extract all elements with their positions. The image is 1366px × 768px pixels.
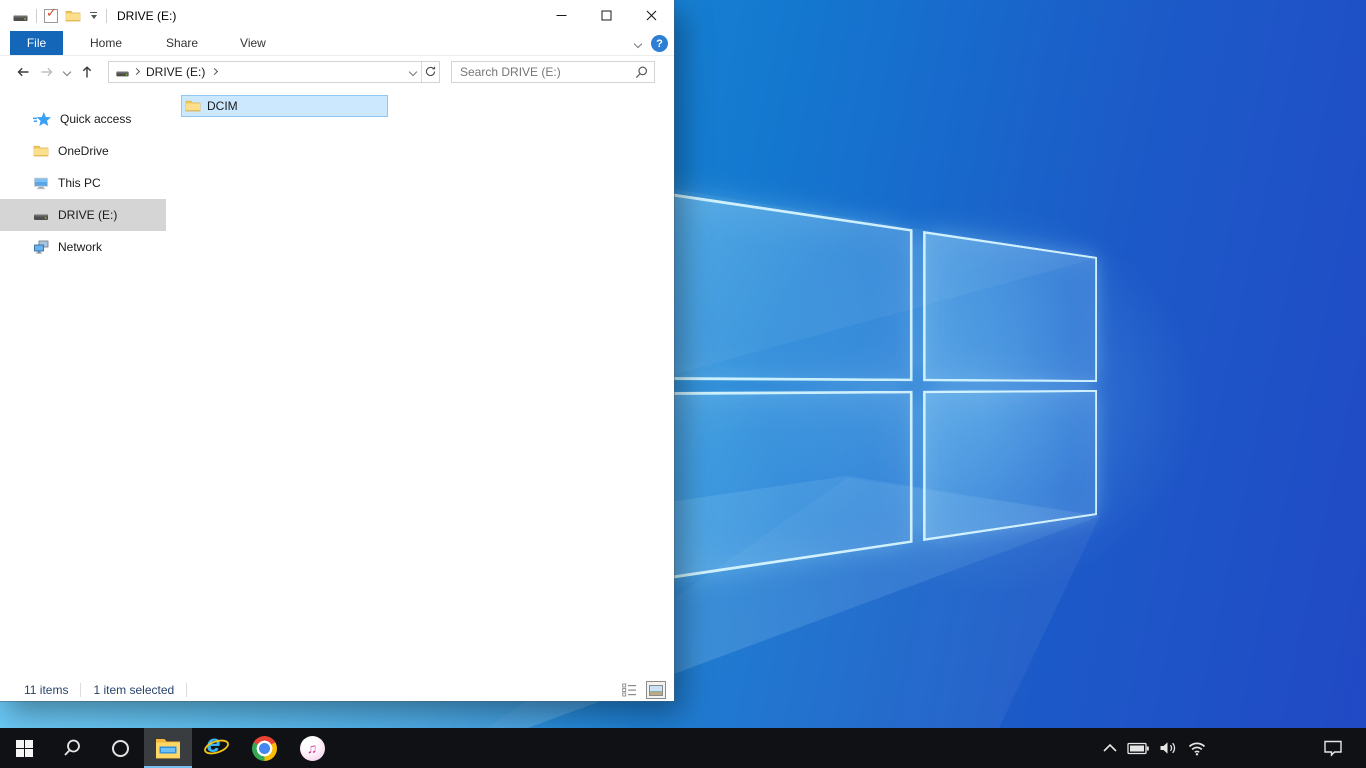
system-tray: [1102, 728, 1207, 768]
window-title: DRIVE (E:): [117, 9, 176, 23]
windows-logo: [645, 189, 1097, 583]
navigation-bar: DRIVE (E:): [0, 56, 674, 87]
customize-quick-access-icon[interactable]: [88, 10, 99, 21]
search-icon: [62, 738, 82, 758]
sidebar-item-network[interactable]: Network: [0, 231, 166, 263]
folder-icon: [33, 143, 49, 159]
windows-start-icon: [16, 740, 33, 757]
sidebar-item-label: This PC: [58, 176, 101, 190]
tab-home[interactable]: Home: [75, 31, 137, 55]
drive-icon: [115, 65, 130, 79]
sidebar-item-this-pc[interactable]: This PC: [0, 167, 166, 199]
sidebar-item-onedrive[interactable]: OneDrive: [0, 135, 166, 167]
help-icon[interactable]: ?: [651, 35, 668, 52]
action-center-icon: [1323, 739, 1343, 757]
recent-locations-chevron-icon[interactable]: [63, 67, 71, 75]
breadcrumb-drive[interactable]: DRIVE (E:): [146, 65, 205, 79]
internet-explorer-icon: e: [203, 735, 230, 762]
file-explorer-icon: [155, 737, 181, 759]
itunes-button[interactable]: ♫: [288, 728, 336, 768]
search-icon[interactable]: [634, 65, 649, 80]
title-bar[interactable]: ✓ DRIVE (E:): [0, 0, 674, 31]
start-button[interactable]: [0, 728, 48, 768]
breadcrumb: DRIVE (E:): [130, 65, 221, 79]
drive-icon: [33, 207, 49, 223]
details-view-icon: [622, 683, 637, 697]
quick-access-star-icon: [33, 111, 51, 127]
sidebar-item-label: Network: [58, 240, 102, 254]
forward-icon[interactable]: [38, 64, 56, 80]
volume-icon[interactable]: [1159, 740, 1178, 756]
new-folder-icon[interactable]: [65, 8, 81, 24]
selection-count: 1 item selected: [81, 683, 186, 697]
itunes-icon: ♫: [300, 736, 325, 761]
tab-view[interactable]: View: [225, 31, 281, 55]
sidebar-item-label: Quick access: [60, 112, 131, 126]
breadcrumb-chevron-icon[interactable]: [133, 68, 140, 75]
large-thumbnails-view-icon: [649, 685, 663, 696]
taskbar-search-button[interactable]: [48, 728, 96, 768]
taskbar-file-explorer-button[interactable]: [144, 728, 192, 768]
sidebar-item-label: OneDrive: [58, 144, 109, 158]
tab-share[interactable]: Share: [151, 31, 213, 55]
internet-explorer-button[interactable]: e: [192, 728, 240, 768]
minimize-button[interactable]: [539, 0, 584, 31]
network-icon: [33, 239, 49, 255]
navigation-pane: Quick access OneDrive This PC DRIVE (E:)…: [0, 87, 166, 679]
hidden-icons-chevron-icon[interactable]: [1102, 743, 1118, 753]
cortana-button[interactable]: [96, 728, 144, 768]
separator: [106, 9, 107, 23]
maximize-button[interactable]: [584, 0, 629, 31]
back-icon[interactable]: [14, 64, 32, 80]
separator: [186, 683, 187, 697]
address-bar[interactable]: DRIVE (E:): [108, 61, 440, 83]
details-view-button[interactable]: [619, 681, 639, 699]
items-count: 11 items: [0, 683, 80, 697]
up-icon[interactable]: [78, 64, 96, 80]
search-box: [451, 61, 655, 83]
chrome-icon: [252, 736, 277, 761]
quick-access-toolbar: ✓: [0, 8, 107, 24]
cortana-icon: [112, 740, 129, 757]
action-center-button[interactable]: [1316, 728, 1350, 768]
properties-icon[interactable]: ✓: [44, 9, 58, 23]
file-item-label: DCIM: [207, 99, 238, 113]
sidebar-item-drive-e[interactable]: DRIVE (E:): [0, 199, 166, 231]
sidebar-item-label: DRIVE (E:): [58, 208, 117, 222]
breadcrumb-chevron-icon[interactable]: [211, 68, 218, 75]
search-input[interactable]: [452, 62, 654, 82]
folder-icon: [185, 98, 201, 114]
address-dropdown-chevron-icon[interactable]: [404, 62, 421, 82]
thumbnails-view-button[interactable]: [646, 681, 666, 699]
separator: [36, 9, 37, 23]
expand-ribbon-chevron-icon[interactable]: [634, 39, 642, 47]
sidebar-item-quick-access[interactable]: Quick access: [0, 103, 166, 135]
status-bar: 11 items 1 item selected: [0, 679, 674, 701]
file-item-dcim[interactable]: DCIM: [181, 95, 388, 117]
drive-icon: [12, 8, 29, 24]
file-list-pane[interactable]: DCIM: [166, 87, 674, 679]
ribbon-tab-row: File Home Share View: [0, 31, 674, 56]
windows-logo-pane: [923, 390, 1097, 541]
monitor-icon: [33, 175, 49, 191]
taskbar: e ♫: [0, 728, 1366, 768]
wifi-icon[interactable]: [1187, 740, 1207, 756]
chrome-button[interactable]: [240, 728, 288, 768]
refresh-icon[interactable]: [422, 62, 439, 82]
tab-file[interactable]: File: [10, 31, 63, 55]
windows-logo-pane: [923, 231, 1097, 382]
close-button[interactable]: [629, 0, 674, 31]
battery-icon[interactable]: [1127, 741, 1150, 756]
file-explorer-window: ✓ DRIVE (E:) File Home Share View ? DRIV…: [0, 0, 674, 701]
